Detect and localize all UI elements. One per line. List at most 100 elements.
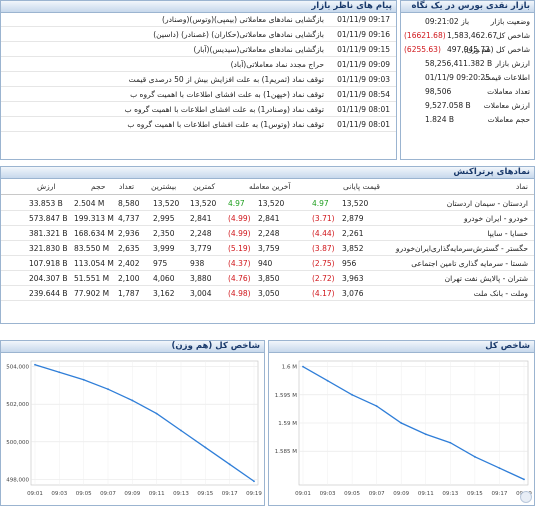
x-tick-label: 09:07 [369,491,385,497]
market-message-row[interactable]: 01/11/9 08:01 توقف نماد (وصنادر1) به علت … [1,103,396,117]
symbol-name[interactable]: حگستر - گسترش‌سرمایه‌گذاری‌ایران‌خودرو [396,242,528,256]
x-tick-label: 09:15 [467,491,483,497]
data-point[interactable] [58,371,61,374]
data-point[interactable] [180,429,182,432]
symbol-row[interactable]: اردستان - سیمان اردستان 13,520 4.97 13,520 4… [1,197,534,211]
market-message-text: بازگشایی نمادهای معاملاتی(حکاران) (غصناد… [153,30,324,39]
data-point[interactable] [473,455,476,458]
symbol-name[interactable]: وملت - بانک ملت [474,287,528,301]
symbol-max: 4,060 [153,274,175,283]
symbol-last-price: 3,076 [342,289,364,298]
x-tick-label: 09:11 [149,491,165,497]
symbol-max: 2,350 [153,229,175,238]
symbol-count: 8,580 [118,199,140,208]
symbol-volume: 199.313 M [74,214,114,223]
x-tick-label: 09:19 [246,491,262,497]
symbol-min: 938 [190,259,205,268]
symbol-last-change: (2.72) [312,274,335,283]
market-message-time: 01/11/9 09:09 [337,60,390,69]
data-point[interactable] [155,412,158,415]
symbol-name[interactable]: شستا - سرمایه گذاری تامین اجتماعی [411,257,528,271]
symbol-count: 1,787 [118,289,140,298]
data-point[interactable] [498,467,501,469]
symbol-row[interactable]: خودرو - ایران خودرو 2,879 (3.71) 2,841 (4.99… [1,212,534,226]
data-point[interactable] [424,433,427,436]
market-message-text: بازگشایی نمادهای معاملاتی (بیمپی)(وتوس)(… [162,15,324,24]
symbol-name[interactable]: خسایا - سایپا [487,227,528,241]
market-message-row[interactable]: 01/11/9 09:17 بازگشایی نمادهای معاملاتی (… [1,13,396,27]
col-last-price[interactable]: قیمت پایانی [343,179,380,195]
symbol-row[interactable]: شتران - پالایش نفت تهران 3,963 (2.72) 3,850… [1,272,534,286]
data-point[interactable] [449,441,452,444]
symbol-last-trade: 3,850 [258,274,280,283]
symbol-min: 3,779 [190,244,212,253]
symbol-value: 239.644 B [29,289,68,298]
data-point[interactable] [253,480,255,483]
x-tick-label: 09:09 [393,491,409,497]
symbol-max: 13,520 [153,199,180,208]
market-message-row[interactable]: 01/11/9 09:15 بازگشایی نمادهای معاملاتی(س… [1,43,396,57]
market-message-row[interactable]: 01/11/9 09:03 توقف نماد (ثمریم1) به علت ا… [1,73,396,87]
data-point[interactable] [326,379,329,382]
data-point[interactable] [82,378,85,381]
market-message-row[interactable]: 01/11/9 09:16 بازگشایی نمادهای معاملاتی(ح… [1,28,396,42]
col-count[interactable]: تعداد [119,179,134,195]
equal-weight-chart-panel: شاخص کل (هم وزن) 504,000 502,000 500,000 49… [0,340,265,506]
symbol-last-price: 956 [342,259,357,268]
data-point[interactable] [34,363,36,366]
market-message-text: حراج مجدد نماد معاملاتی(آباد) [230,60,324,69]
y-tick-label: 500,000 [6,440,29,446]
x-tick-label: 09:01 [27,491,43,497]
col-name[interactable]: نماد [516,179,528,195]
symbol-row[interactable]: شستا - سرمایه گذاری تامین اجتماعی 956 (2.7… [1,257,534,271]
symbol-name[interactable]: خودرو - ایران خودرو [464,212,528,226]
col-volume[interactable]: حجم [91,179,105,195]
symbol-max: 3,162 [153,289,175,298]
col-value[interactable]: ارزش [37,179,55,195]
data-point[interactable] [131,399,134,402]
data-point[interactable] [204,446,207,449]
market-summary-panel: بازار نقدی بورس در یک نگاه وضعیت بازار با… [400,0,535,160]
data-point[interactable] [523,478,525,481]
market-message-time: 01/11/9 09:15 [337,45,390,54]
col-last-trade[interactable]: آخرین معامله [249,179,290,195]
market-message-row[interactable]: 01/11/9 09:09 حراج مجدد نماد معاملاتی(آبا… [1,58,396,72]
symbol-last-trade: 13,520 [258,199,285,208]
symbol-row[interactable]: خسایا - سایپا 2,261 (4.44) 2,248 (4.99) 2,248… [1,227,534,241]
data-point[interactable] [302,365,304,368]
col-max[interactable]: بیشترین [151,179,176,195]
scroll-top-button[interactable] [520,491,532,503]
col-min[interactable]: کمترین [193,179,215,195]
market-message-row[interactable]: 01/11/9 08:01 توقف نماد (وتوس1) به علت اف… [1,118,396,132]
market-message-time: 01/11/9 09:17 [337,15,390,24]
symbol-name[interactable]: اردستان - سیمان اردستان [447,197,528,211]
market-message-row[interactable]: 01/11/9 08:54 توقف نماد (خپهن1) به علت اف… [1,88,396,102]
symbol-last-change: (4.44) [312,229,335,238]
data-point[interactable] [228,463,231,466]
symbol-value: 33.853 B [29,199,63,208]
x-tick-label: 09:05 [76,491,92,497]
market-summary-value: 01/11/9 09:20:25 [425,73,490,82]
symbol-name[interactable]: شتران - پالایش نفت تهران [445,272,528,286]
data-point[interactable] [351,393,354,396]
market-messages-panel: پیام های ناظر بازار 01/11/9 09:17 بازگشای… [0,0,397,160]
market-summary-value: 1.824 B [425,115,455,124]
symbol-trade-change: 4.97 [228,199,245,208]
symbol-max: 975 [153,259,168,268]
data-point[interactable] [400,422,403,424]
symbol-volume: 77.902 M [74,289,110,298]
data-point[interactable] [107,388,109,391]
market-summary-value: 9,527.058 B [425,101,471,110]
data-point[interactable] [375,405,378,407]
plot-area [30,360,259,486]
symbol-row[interactable]: حگستر - گسترش‌سرمایه‌گذاری‌ایران‌خودرو 3,… [1,242,534,256]
symbol-row[interactable]: وملت - بانک ملت 3,076 (4.17) 3,050 (4.98) 3,0… [1,287,534,301]
y-tick-label: 1.595 M [275,393,297,399]
symbol-value: 573.847 B [29,214,68,223]
market-summary-row: ارزش معاملات 9,527.058 B [401,99,534,113]
market-message-text: توقف نماد (وصنادر1) به علت افشای اطلاعات… [124,105,324,114]
symbol-value: 381.321 B [29,229,68,238]
market-summary-row: اطلاعات قیمت 01/11/9 09:20:25 [401,71,534,85]
x-tick-label: 09:17 [492,491,508,497]
x-tick-label: 09:03 [51,491,67,497]
